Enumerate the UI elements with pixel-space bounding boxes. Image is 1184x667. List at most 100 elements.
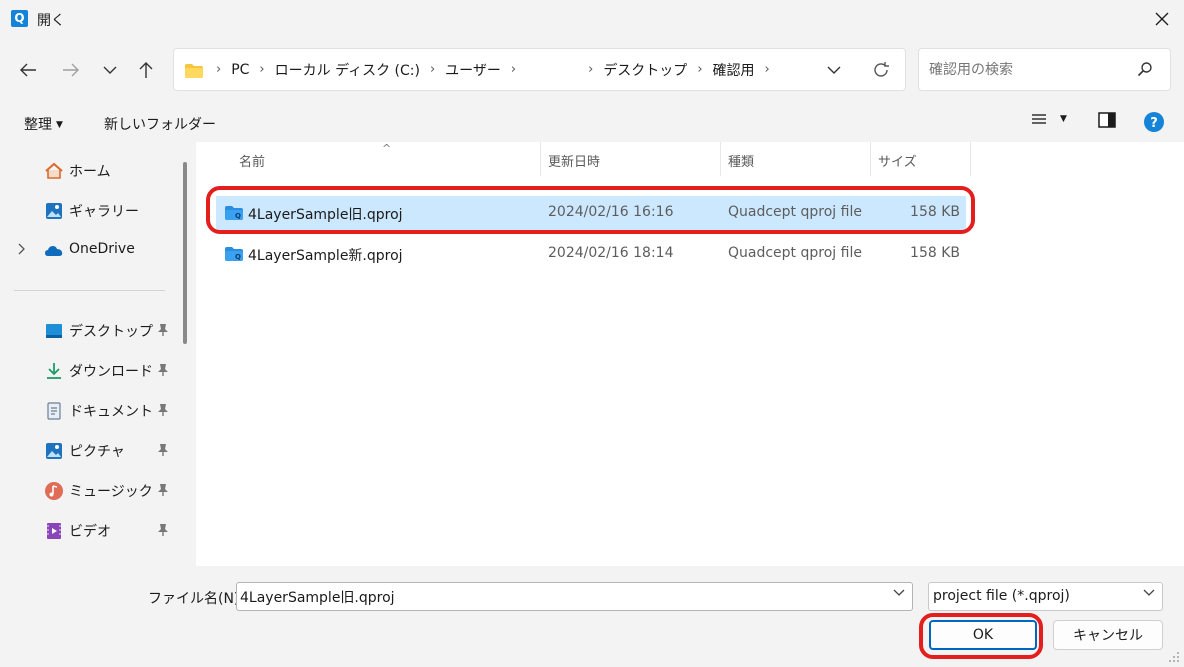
address-bar[interactable]: › PC › ローカル ディスク (C:) › ユーザー › › デスクトップ … bbox=[173, 48, 906, 91]
chevron-down-icon bbox=[827, 66, 841, 74]
sidebar-item-documents[interactable]: ドキュメント bbox=[0, 394, 177, 426]
resize-grip-icon[interactable] bbox=[1168, 651, 1180, 663]
chevron-right-icon: › bbox=[588, 62, 594, 77]
breadcrumb-desktop[interactable]: デスクトップ bbox=[599, 60, 691, 80]
file-modified: 2024/02/16 18:14 bbox=[548, 245, 674, 261]
refresh-icon bbox=[874, 62, 889, 77]
pin-icon[interactable] bbox=[157, 483, 169, 497]
folder-icon bbox=[185, 64, 203, 78]
pin-icon[interactable] bbox=[157, 443, 169, 457]
sidebar-item-label: ビデオ bbox=[69, 524, 111, 540]
sidebar-item-label: デスクトップ bbox=[69, 324, 153, 340]
breadcrumb-pc[interactable]: PC bbox=[227, 62, 253, 78]
filename-field[interactable] bbox=[236, 582, 913, 611]
pin-icon[interactable] bbox=[157, 523, 169, 537]
column-divider[interactable] bbox=[720, 142, 721, 176]
search-input[interactable] bbox=[929, 59, 1129, 81]
command-bar: 整理 ▼ 新しいフォルダー bbox=[0, 102, 1184, 142]
file-row[interactable]: Q 4LayerSample新.qproj 2024/02/16 18:14 Q… bbox=[216, 237, 966, 271]
file-name: 4LayerSample旧.qproj bbox=[248, 207, 403, 223]
file-modified: 2024/02/16 16:16 bbox=[548, 204, 674, 220]
sidebar-item-label: ドキュメント bbox=[69, 404, 153, 420]
sidebar-item-gallery[interactable]: ギャラリー bbox=[0, 194, 177, 226]
refresh-button[interactable] bbox=[865, 54, 897, 86]
sidebar-item-videos[interactable]: ビデオ bbox=[0, 514, 177, 546]
organize-menu[interactable]: 整理 ▼ bbox=[24, 114, 63, 134]
file-type: Quadcept qproj file bbox=[728, 204, 862, 220]
home-icon bbox=[45, 162, 63, 179]
navigation-bar: › PC › ローカル ディスク (C:) › ユーザー › › デスクトップ … bbox=[0, 38, 1184, 102]
file-size: 158 KB bbox=[910, 204, 960, 220]
new-folder-button[interactable]: 新しいフォルダー bbox=[104, 114, 216, 134]
sidebar-scrollbar[interactable] bbox=[183, 162, 187, 344]
close-button[interactable] bbox=[1140, 0, 1184, 38]
arrow-up-icon bbox=[139, 62, 153, 78]
qproj-file-icon: Q bbox=[225, 206, 243, 220]
chevron-right-icon: › bbox=[429, 62, 436, 77]
sidebar-item-onedrive[interactable]: OneDrive bbox=[0, 234, 177, 266]
gallery-icon bbox=[46, 203, 62, 219]
file-row[interactable]: Q 4LayerSample旧.qproj 2024/02/16 16:16 Q… bbox=[216, 196, 966, 230]
filename-input[interactable] bbox=[240, 586, 880, 607]
file-size: 158 KB bbox=[910, 245, 960, 261]
chevron-down-icon[interactable] bbox=[1143, 589, 1155, 597]
cancel-button[interactable]: キャンセル bbox=[1053, 620, 1163, 650]
help-icon[interactable]: ? bbox=[1143, 111, 1165, 133]
sidebar-item-label: ギャラリー bbox=[69, 204, 139, 220]
column-header-size[interactable]: サイズ bbox=[878, 142, 917, 176]
recent-locations-button[interactable] bbox=[94, 54, 126, 86]
breadcrumb-users[interactable]: ユーザー bbox=[441, 60, 505, 80]
column-divider[interactable] bbox=[540, 142, 541, 176]
sidebar-item-downloads[interactable]: ダウンロード bbox=[0, 354, 177, 386]
column-divider[interactable] bbox=[870, 142, 871, 176]
search-icon[interactable] bbox=[1137, 61, 1153, 77]
pin-icon[interactable] bbox=[157, 323, 169, 337]
videos-icon bbox=[47, 523, 61, 539]
close-icon bbox=[1155, 12, 1169, 26]
file-type: Quadcept qproj file bbox=[728, 245, 862, 261]
file-type-filter[interactable]: project file (*.qproj) bbox=[928, 582, 1163, 611]
sidebar-item-label: ホーム bbox=[69, 164, 111, 180]
back-button[interactable] bbox=[12, 54, 44, 86]
column-header-type[interactable]: 種類 bbox=[728, 142, 754, 176]
search-box[interactable] bbox=[918, 48, 1171, 91]
sidebar-item-home[interactable]: ホーム bbox=[0, 154, 177, 186]
pin-icon[interactable] bbox=[157, 403, 169, 417]
chevron-down-icon[interactable] bbox=[893, 589, 905, 597]
sidebar-item-pictures[interactable]: ピクチャ bbox=[0, 434, 177, 466]
forward-button[interactable] bbox=[55, 54, 87, 86]
chevron-right-icon: › bbox=[259, 62, 265, 77]
breadcrumb-local-disk[interactable]: ローカル ディスク (C:) bbox=[271, 60, 424, 80]
breadcrumb: › PC › ローカル ディスク (C:) › ユーザー › › デスクトップ … bbox=[210, 49, 776, 90]
view-options-icon[interactable] bbox=[1030, 110, 1048, 128]
sidebar-item-desktop[interactable]: デスクトップ bbox=[0, 314, 177, 346]
caret-down-icon[interactable]: ▼ bbox=[1060, 114, 1067, 124]
up-button[interactable] bbox=[130, 54, 162, 86]
pin-icon[interactable] bbox=[157, 363, 169, 377]
column-divider[interactable] bbox=[970, 142, 971, 176]
column-header-modified[interactable]: 更新日時 bbox=[548, 142, 600, 176]
filename-label: ファイル名(N): bbox=[148, 591, 245, 607]
column-header-name[interactable]: 名前 bbox=[239, 142, 265, 176]
chevron-down-icon bbox=[103, 66, 117, 74]
sidebar-item-music[interactable]: ミュージック bbox=[0, 474, 177, 506]
arrow-right-icon bbox=[63, 63, 79, 77]
svg-text:Q: Q bbox=[235, 253, 241, 261]
chevron-right-icon: › bbox=[697, 62, 703, 77]
chevron-right-icon: › bbox=[216, 62, 222, 77]
app-icon: Q bbox=[11, 10, 28, 27]
sort-ascending-icon: ^ bbox=[382, 142, 392, 155]
organize-label: 整理 bbox=[24, 117, 52, 133]
desktop-icon bbox=[46, 324, 62, 338]
chevron-right-icon[interactable] bbox=[18, 243, 26, 255]
address-history-button[interactable] bbox=[822, 54, 846, 86]
download-icon bbox=[47, 363, 61, 379]
qproj-file-icon: Q bbox=[225, 247, 243, 261]
breadcrumb-kakuninyou[interactable]: 確認用 bbox=[709, 60, 759, 80]
window-title: 開く bbox=[37, 13, 65, 29]
file-type-filter-value: project file (*.qproj) bbox=[933, 588, 1070, 604]
pictures-icon bbox=[46, 443, 62, 459]
preview-pane-icon[interactable] bbox=[1098, 112, 1116, 128]
file-name: 4LayerSample新.qproj bbox=[248, 248, 403, 264]
ok-button[interactable]: OK bbox=[929, 620, 1037, 650]
